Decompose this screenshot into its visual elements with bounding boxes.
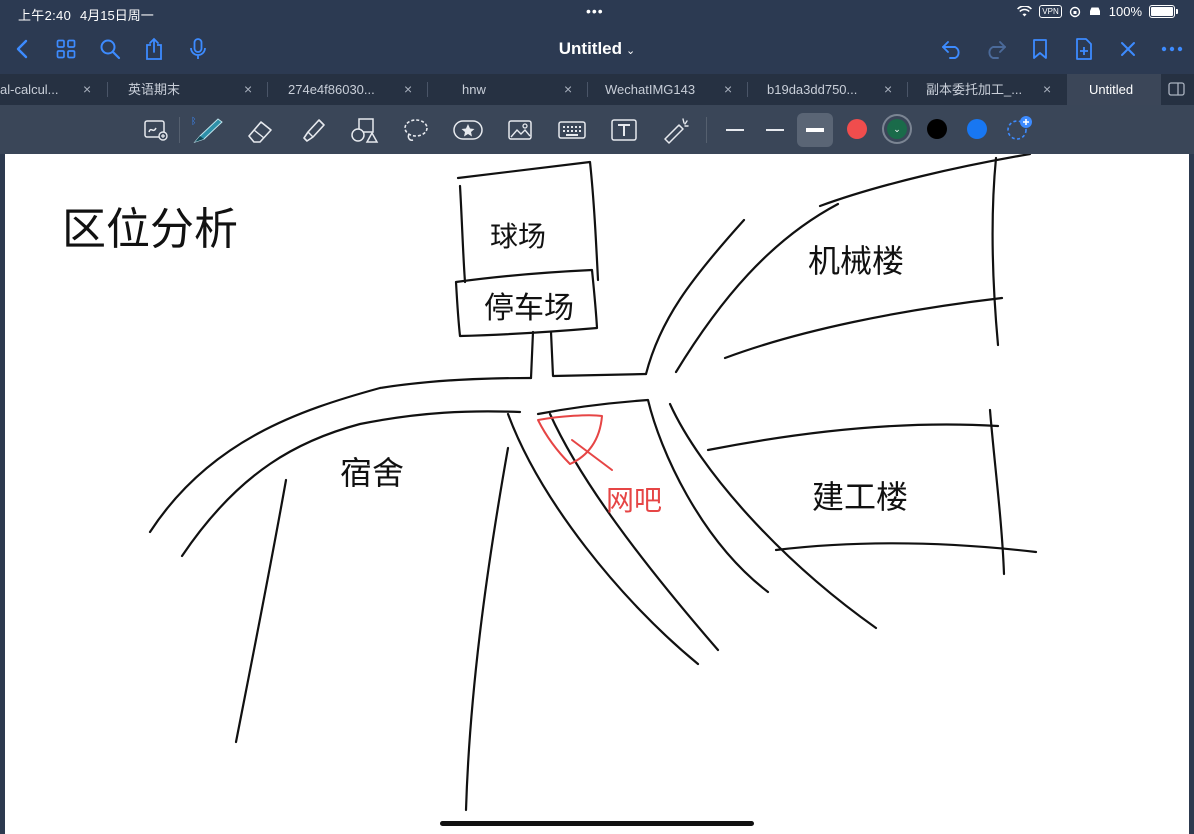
- status-time: 上午2:40: [18, 8, 72, 23]
- tab-item[interactable]: 英语期末 ×: [108, 74, 267, 105]
- close-icon[interactable]: [1114, 35, 1142, 63]
- color-blue-swatch[interactable]: [967, 119, 987, 139]
- stroke-thick-icon: [806, 128, 824, 132]
- stroke-thick-button[interactable]: [797, 113, 833, 147]
- chevron-down-icon: ⌄: [893, 123, 901, 134]
- tab-label: al-calcul...: [0, 82, 59, 97]
- document-title-text: Untitled: [558, 39, 623, 58]
- civil-building-label: 建工楼: [812, 478, 908, 516]
- mech-building-right: [991, 156, 1000, 347]
- stroke-medium-button[interactable]: [757, 113, 793, 147]
- stroke-medium-icon: [766, 128, 784, 132]
- internet-cafe-label: 网吧: [606, 484, 662, 517]
- tab-item-active[interactable]: Untitled: [1067, 74, 1161, 105]
- image-icon[interactable]: [504, 114, 536, 146]
- chevron-down-icon: ⌄: [626, 45, 636, 57]
- rotation-lock-icon: [1069, 6, 1080, 17]
- stroke-thin-button[interactable]: [717, 113, 753, 147]
- keyboard-icon[interactable]: [556, 114, 588, 146]
- road-lower-left: [506, 412, 700, 666]
- status-date: 4月15日周一: [80, 8, 154, 23]
- highlighter-icon[interactable]: [297, 114, 329, 146]
- shapes-icon[interactable]: [348, 114, 380, 146]
- tab-close-icon[interactable]: ×: [564, 74, 572, 105]
- canvas-edge: [1189, 154, 1194, 834]
- dorm-label: 宿舍: [340, 454, 404, 492]
- toolbar-divider: [706, 117, 707, 143]
- dorm-boundary-right: [464, 446, 510, 812]
- tab-label: 英语期末: [128, 82, 181, 97]
- tab-close-icon[interactable]: ×: [404, 74, 412, 105]
- split-view-icon[interactable]: [1168, 82, 1185, 101]
- title-label: 区位分析: [62, 204, 238, 255]
- tab-close-icon[interactable]: ×: [1043, 74, 1051, 105]
- tab-item[interactable]: 副本委托加工_... ×: [908, 74, 1067, 105]
- add-color-icon[interactable]: [1004, 115, 1034, 148]
- parking-label: 停车场: [484, 291, 574, 326]
- tab-label: 274e4f86030...: [288, 82, 375, 97]
- tab-close-icon[interactable]: ×: [244, 74, 252, 105]
- color-black-swatch[interactable]: [927, 119, 947, 139]
- laser-pointer-icon[interactable]: [660, 114, 692, 146]
- color-green-swatch[interactable]: ⌄: [887, 119, 907, 139]
- status-bar: 上午2:40 4月15日周一 ••• VPN 100%: [0, 0, 1194, 24]
- tab-label: hnw: [462, 82, 486, 97]
- selection-icon[interactable]: [140, 114, 172, 146]
- ballfield-label: 球场: [490, 220, 546, 253]
- pen-icon[interactable]: ᛒ: [190, 114, 226, 146]
- civil-building-top: [706, 423, 1000, 452]
- tab-item[interactable]: 274e4f86030... ×: [268, 74, 427, 105]
- tab-close-icon[interactable]: ×: [83, 74, 91, 105]
- navigation-bar: Untitled ⌄: [0, 24, 1194, 74]
- tab-item[interactable]: hnw ×: [428, 74, 587, 105]
- battery-icon: [1149, 5, 1175, 18]
- status-right: VPN 100%: [1017, 4, 1178, 19]
- text-icon[interactable]: [608, 114, 640, 146]
- parking-connector-right: [549, 330, 648, 378]
- tab-close-icon[interactable]: ×: [724, 74, 732, 105]
- vpn-badge: VPN: [1039, 5, 1062, 18]
- mech-building-label: 机械楼: [808, 242, 904, 280]
- redo-icon[interactable]: [982, 35, 1010, 63]
- tab-label: b19da3dd750...: [767, 82, 858, 97]
- multitask-dots-icon[interactable]: •••: [586, 3, 604, 19]
- svg-text:ᛒ: ᛒ: [191, 116, 196, 127]
- add-page-icon[interactable]: [1070, 35, 1098, 63]
- stroke-thin-icon: [726, 129, 744, 131]
- note-canvas[interactable]: 区位分析 球场 停车场 机械楼 宿舍 建工楼 网吧: [5, 154, 1189, 834]
- home-indicator[interactable]: [440, 821, 754, 826]
- battery-tip: [1176, 9, 1178, 14]
- wifi-icon: [1017, 6, 1033, 17]
- internet-cafe-marker: [537, 414, 603, 465]
- undo-icon[interactable]: [938, 35, 966, 63]
- tab-item[interactable]: al-calcul... ×: [0, 74, 106, 105]
- lasso-icon[interactable]: [400, 114, 432, 146]
- tab-label: Untitled: [1089, 82, 1134, 97]
- tab-label: 副本委托加工_...: [926, 82, 1023, 97]
- battery-percent: 100%: [1108, 4, 1142, 19]
- drawing-toolbar: ᛒ ⌄: [0, 105, 1194, 154]
- tab-label: WechatIMG143: [605, 82, 696, 97]
- car-icon: [1089, 7, 1100, 15]
- civil-building-bottom: [774, 542, 1038, 554]
- document-title[interactable]: Untitled ⌄: [0, 39, 1194, 59]
- mech-building-top: [818, 154, 1032, 208]
- mech-building-bottom: [723, 296, 1004, 360]
- tab-item[interactable]: b19da3dd750... ×: [748, 74, 907, 105]
- tab-item[interactable]: WechatIMG143 ×: [588, 74, 747, 105]
- dorm-boundary-left: [234, 478, 288, 744]
- bookmark-icon[interactable]: [1026, 35, 1054, 63]
- sticker-icon[interactable]: [452, 114, 484, 146]
- eraser-icon[interactable]: [244, 114, 276, 146]
- color-red-swatch[interactable]: [847, 119, 867, 139]
- toolbar-divider: [179, 117, 180, 143]
- handwriting-drawing: 区位分析 球场 停车场 机械楼 宿舍 建工楼 网吧: [62, 154, 1038, 812]
- document-tab-bar: al-calcul... × 英语期末 × 274e4f86030... × h…: [0, 74, 1194, 105]
- parking-connector-left: [529, 330, 535, 380]
- ballfield-box-left: [458, 184, 467, 284]
- more-icon[interactable]: [1158, 35, 1186, 63]
- tab-close-icon[interactable]: ×: [884, 74, 892, 105]
